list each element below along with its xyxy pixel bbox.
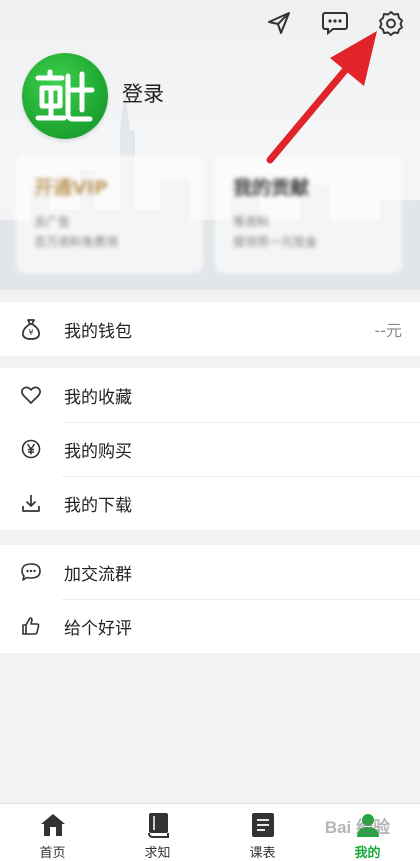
tab-home[interactable]: 首页 (0, 804, 105, 861)
list-group-community: 加交流群 给个好评 (0, 545, 420, 653)
list-item-rate-app[interactable]: 给个好评 (0, 599, 420, 653)
downloads-label: 我的下载 (64, 495, 132, 516)
contribution-card[interactable]: 我的贡献 等资料 提领劳一元现金 (215, 155, 402, 273)
wallet-balance: --元 (374, 321, 402, 340)
contribution-card-line: 等资料 (233, 215, 270, 229)
chat-bubble-icon (20, 561, 42, 583)
send-icon[interactable] (264, 8, 294, 38)
tab-schedule[interactable]: 课表 (210, 804, 315, 861)
wallet-label: 我的钱包 (64, 321, 132, 342)
home-icon (39, 811, 67, 839)
vip-card-title: 开通VIP (34, 177, 108, 199)
tab-mine-label: 我的 (354, 846, 381, 861)
vip-card-line: 百万资料免费领 (34, 235, 119, 249)
money-bag-icon: ¥ (20, 318, 42, 340)
app-logo-icon (35, 69, 95, 122)
tab-explore[interactable]: 求知 (105, 804, 210, 861)
list-item-downloads[interactable]: 我的下载 (0, 476, 420, 530)
vip-card[interactable]: 开通VIP 去广告 百万资料免费领 (16, 155, 203, 273)
join-group-label: 加交流群 (64, 564, 132, 585)
avatar[interactable] (22, 53, 108, 139)
heart-icon (20, 384, 42, 406)
contribution-card-title: 我的贡献 (233, 177, 310, 199)
profile-header: 登录 开通VIP 去广告 百万资料免费领 我的贡献 等资料 提领劳一元现金 (0, 0, 420, 290)
wallet-row[interactable]: ¥ 我的钱包 --元 (0, 302, 420, 356)
favorites-label: 我的收藏 (64, 387, 132, 408)
tab-home-label: 首页 (39, 846, 66, 861)
list-item-purchases[interactable]: 我的购买 (0, 422, 420, 476)
wallet-group: ¥ 我的钱包 --元 (0, 302, 420, 356)
message-icon[interactable] (320, 8, 350, 38)
list-group-activity: 我的收藏 我的购买 我的下载 (0, 368, 420, 530)
book-icon (144, 811, 172, 839)
schedule-icon (249, 811, 277, 839)
feature-cards: 开通VIP 去广告 百万资料免费领 我的贡献 等资料 提领劳一元现金 (16, 155, 402, 273)
thumbs-up-icon (20, 615, 42, 637)
contribution-card-line: 提领劳一元现金 (233, 235, 318, 249)
yen-icon (20, 438, 42, 460)
baidu-jingyan-watermark: Bai 经验 (324, 818, 390, 837)
rate-app-label: 给个好评 (64, 618, 132, 639)
tab-explore-label: 求知 (144, 846, 171, 861)
vip-card-line: 去广告 (34, 215, 71, 229)
svg-text:¥: ¥ (28, 328, 33, 337)
list-item-favorites[interactable]: 我的收藏 (0, 368, 420, 422)
list-item-join-group[interactable]: 加交流群 (0, 545, 420, 599)
login-link[interactable]: 登录 (122, 78, 164, 108)
settings-icon[interactable] (376, 8, 406, 38)
download-icon (20, 492, 42, 514)
purchases-label: 我的购买 (64, 441, 132, 462)
tab-schedule-label: 课表 (249, 846, 276, 861)
